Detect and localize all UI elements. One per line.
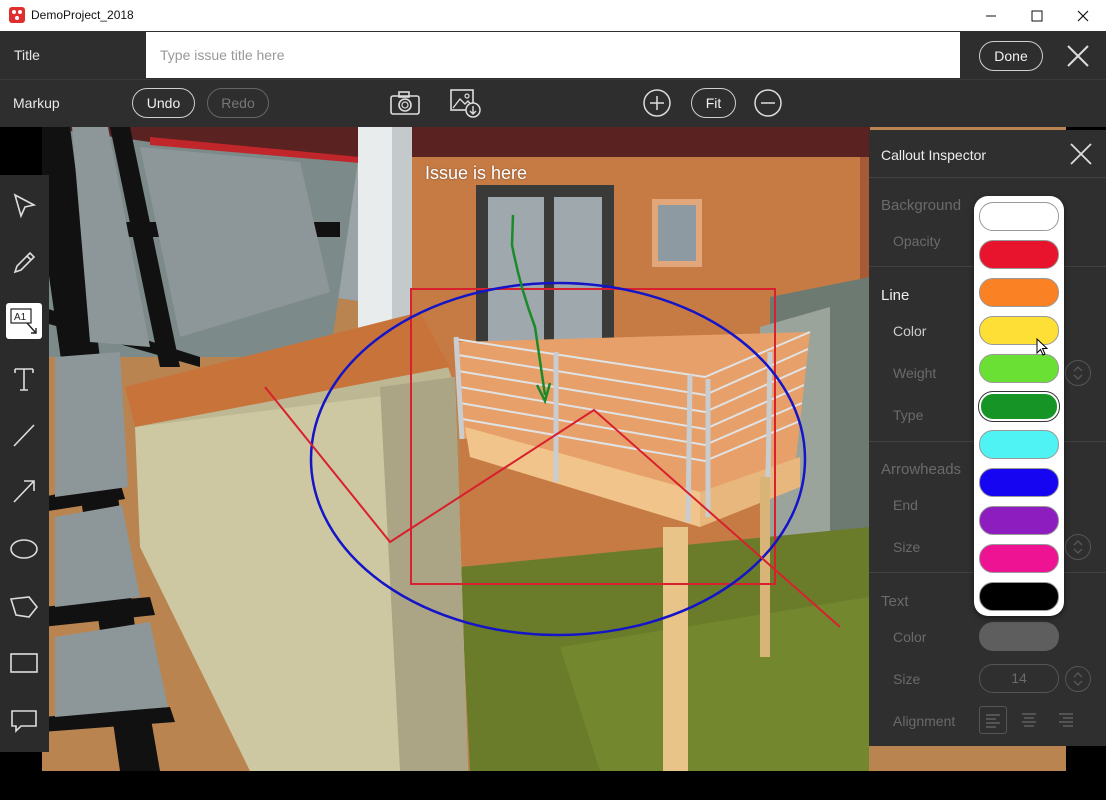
ellipse-tool-button[interactable]	[6, 531, 42, 567]
color-swatch[interactable]	[979, 582, 1059, 611]
stepper-arrows-icon	[1073, 540, 1083, 554]
svg-text:A1: A1	[14, 312, 27, 323]
image-download-icon	[450, 89, 481, 118]
speech-bubble-icon	[11, 710, 37, 733]
line-icon	[13, 424, 35, 447]
window-title: DemoProject_2018	[31, 8, 134, 22]
close-markup-button[interactable]	[1064, 42, 1092, 70]
align-right-icon	[1059, 713, 1073, 727]
fit-button[interactable]: Fit	[691, 88, 736, 118]
issue-title-input[interactable]	[146, 32, 960, 78]
align-right-button[interactable]	[1053, 706, 1081, 734]
arrowhead-size-stepper[interactable]	[1065, 534, 1091, 560]
polygon-icon	[9, 596, 39, 618]
callout-tool-button[interactable]: A1	[6, 303, 42, 339]
close-icon	[1077, 10, 1089, 21]
color-swatch[interactable]	[979, 354, 1059, 383]
text-icon	[14, 368, 34, 391]
screenshot-button[interactable]	[388, 88, 422, 118]
window-titlebar: DemoProject_2018	[0, 0, 1106, 32]
text-heading: Text	[881, 593, 909, 610]
divider	[869, 177, 1106, 178]
text-color-label: Color	[893, 629, 927, 645]
rectangle-icon	[10, 653, 38, 673]
close-icon	[1070, 143, 1092, 165]
close-inspector-button[interactable]	[1068, 141, 1094, 167]
background-heading: Background	[881, 197, 962, 214]
align-center-button[interactable]	[1016, 706, 1044, 734]
markup-tools-panel: A1	[0, 175, 49, 752]
inspector-title: Callout Inspector	[881, 147, 987, 163]
color-swatch[interactable]	[979, 392, 1059, 421]
pencil-tool-button[interactable]	[6, 245, 42, 281]
stepper-arrows-icon	[1073, 366, 1083, 380]
color-swatch[interactable]	[979, 544, 1059, 573]
mouse-cursor-icon	[1036, 338, 1049, 356]
rectangle-tool-button[interactable]	[6, 645, 42, 681]
close-icon	[1067, 45, 1089, 67]
polygon-tool-button[interactable]	[6, 589, 42, 625]
text-size-stepper[interactable]	[1065, 666, 1091, 692]
select-tool-button[interactable]	[6, 187, 42, 223]
minimize-icon	[986, 15, 996, 16]
text-tool-button[interactable]	[6, 361, 42, 397]
opacity-label: Opacity	[893, 233, 941, 249]
maximize-icon	[1031, 10, 1043, 21]
callout-text[interactable]: Issue is here	[425, 163, 527, 184]
line-weight-label: Weight	[893, 365, 937, 381]
align-left-icon	[986, 714, 1000, 728]
app-logo-icon	[9, 7, 25, 23]
text-size-label: Size	[893, 671, 921, 687]
zoom-out-icon	[754, 89, 782, 117]
color-swatch[interactable]	[979, 240, 1059, 269]
color-swatch[interactable]	[979, 278, 1059, 307]
alignment-label: Alignment	[893, 713, 956, 729]
maximize-button[interactable]	[1014, 0, 1060, 31]
color-swatch[interactable]	[979, 506, 1059, 535]
comment-tool-button[interactable]	[6, 703, 42, 739]
pencil-icon	[13, 251, 36, 274]
text-color-swatch[interactable]	[979, 622, 1059, 651]
align-left-button[interactable]	[979, 706, 1007, 734]
arrowhead-end-label: End	[893, 497, 918, 513]
title-label: Title	[14, 47, 40, 63]
close-window-button[interactable]	[1060, 0, 1106, 31]
zoom-out-button[interactable]	[753, 88, 783, 118]
redo-button[interactable]: Redo	[207, 88, 269, 118]
color-swatch[interactable]	[979, 468, 1059, 497]
save-image-button[interactable]	[448, 86, 484, 120]
line-heading: Line	[881, 287, 910, 304]
line-color-palette	[974, 196, 1064, 616]
zoom-in-icon	[643, 89, 671, 117]
markup-label: Markup	[13, 95, 60, 111]
undo-button[interactable]: Undo	[132, 88, 195, 118]
line-type-label: Type	[893, 407, 924, 423]
align-center-icon	[1022, 713, 1036, 727]
color-swatch[interactable]	[979, 202, 1059, 231]
minimize-button[interactable]	[968, 0, 1014, 31]
arrowhead-size-label: Size	[893, 539, 921, 555]
camera-icon	[390, 91, 420, 115]
zoom-in-button[interactable]	[642, 88, 672, 118]
ellipse-icon	[10, 539, 38, 559]
callout-a1-icon: A1	[10, 308, 37, 334]
weight-stepper[interactable]	[1065, 360, 1091, 386]
done-button[interactable]: Done	[979, 41, 1043, 71]
line-tool-button[interactable]	[6, 417, 42, 453]
color-swatch[interactable]	[979, 430, 1059, 459]
arrow-tool-button[interactable]	[6, 473, 42, 509]
line-color-label: Color	[893, 323, 927, 339]
stepper-arrows-icon	[1073, 672, 1083, 686]
arrowheads-heading: Arrowheads	[881, 461, 962, 478]
arrow-icon	[13, 480, 35, 503]
select-arrow-icon	[13, 193, 37, 219]
text-size-field[interactable]: 14	[979, 664, 1059, 693]
